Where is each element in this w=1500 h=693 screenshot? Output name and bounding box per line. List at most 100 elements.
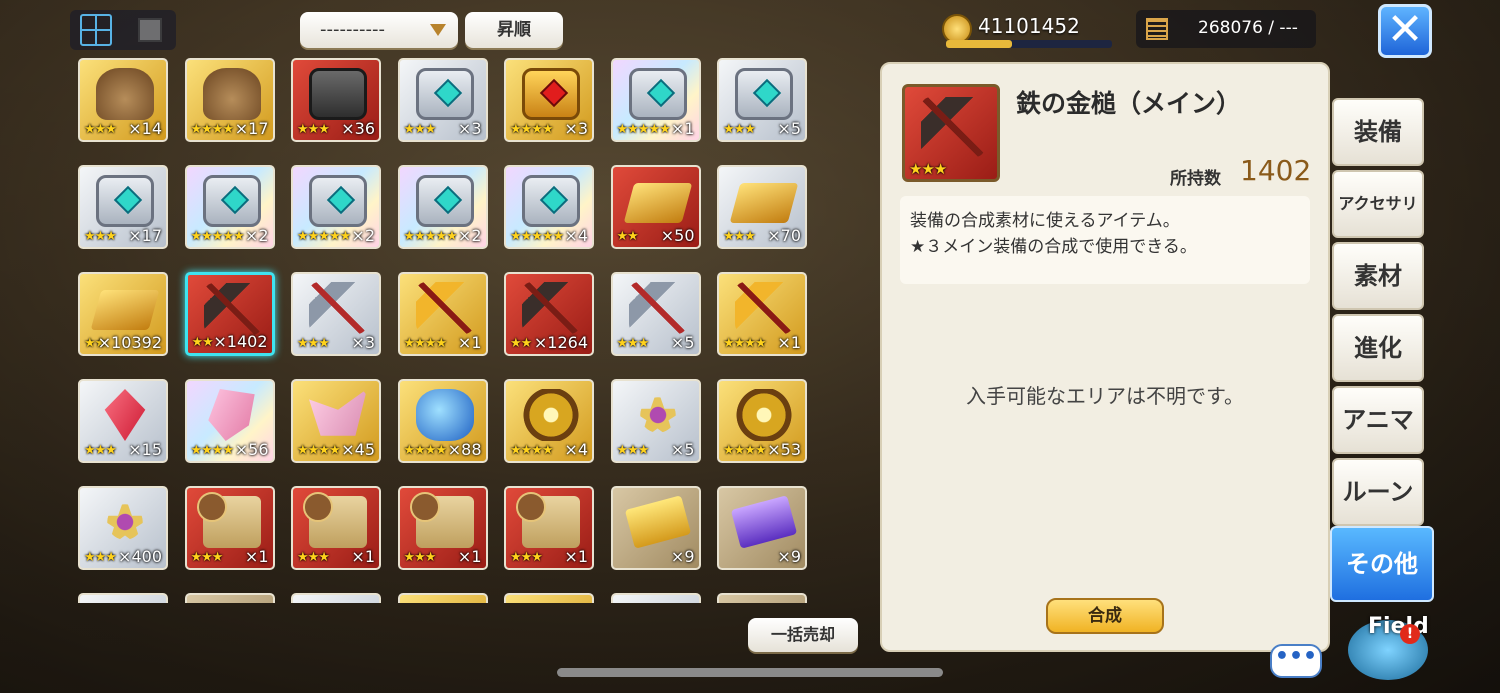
home-indicator (557, 668, 943, 677)
item-slot[interactable]: ★★★ ×5 (717, 58, 807, 142)
item-slot[interactable]: ★★★★★ ×2 (291, 165, 381, 249)
item-quantity: ×1 (457, 333, 482, 352)
item-stars: ★★★ (297, 122, 330, 137)
item-slot[interactable]: ★★★★ ×4 (504, 379, 594, 463)
item-slot[interactable]: ★★★★ ×1 (717, 272, 807, 356)
item-icon (196, 492, 261, 548)
view-toggle (70, 10, 176, 50)
item-slot[interactable]: ×9 (717, 486, 807, 570)
compose-button[interactable]: 合成 (1046, 598, 1164, 634)
field-button[interactable]: Field ! (1338, 604, 1438, 684)
item-icon (522, 282, 580, 334)
item-quantity: ×9 (670, 547, 695, 566)
item-stars: ★★ (616, 229, 639, 244)
item-slot[interactable]: ★★★ ×400 (78, 486, 168, 570)
description-line-2: ★３メイン装備の合成で使用できる。 (910, 237, 1197, 257)
item-quantity: ×3 (457, 119, 482, 138)
chevron-down-icon (430, 24, 446, 36)
item-slot[interactable]: ★★★ ×1 (184, 486, 275, 570)
item-stars: ★★★★ (723, 336, 767, 351)
item-slot[interactable] (397, 593, 488, 603)
category-tab[interactable]: 装備 (1332, 98, 1424, 166)
sort-order-button[interactable]: 昇順 (465, 12, 563, 48)
item-slot[interactable]: ★★ ×50 (610, 165, 701, 249)
item-slot[interactable]: ★★★ ×1 (504, 486, 594, 570)
item-slot[interactable]: ★★★★★ ×2 (184, 165, 275, 249)
item-slot[interactable]: ★★★ ×5 (610, 379, 701, 463)
bulk-sell-button[interactable]: 一括売却 (748, 618, 858, 652)
item-slot[interactable]: ★★★★ ×3 (504, 58, 594, 142)
item-stars: ★★★ (403, 122, 437, 137)
item-quantity: ×50 (660, 226, 695, 245)
item-slot[interactable]: ★★★ ×5 (610, 272, 701, 356)
item-slot[interactable]: ★★★ ×3 (291, 272, 381, 356)
item-slot[interactable]: ★★★ ×3 (397, 58, 488, 142)
chat-button[interactable]: ••• (1270, 644, 1322, 678)
item-slot[interactable]: ★★★ ×15 (78, 379, 168, 463)
item-slot[interactable]: ★★★★ ×53 (717, 379, 807, 463)
item-quantity: ×5 (670, 333, 695, 352)
grid-view-icon[interactable] (80, 14, 112, 46)
gold-value: 41101452 (978, 14, 1080, 38)
item-slot[interactable]: ★★★ ×14 (78, 58, 168, 142)
capacity-value: 268076 / --- (1198, 18, 1298, 38)
item-quantity: ×1 (564, 547, 588, 566)
item-stars: ★★★★★ (403, 229, 458, 244)
item-slot[interactable]: ×9 (610, 486, 701, 570)
item-icon (730, 495, 798, 549)
category-tab[interactable]: アニマ (1332, 386, 1424, 454)
item-slot[interactable] (78, 593, 168, 603)
item-slot[interactable]: ★★★★ ×17 (184, 58, 275, 142)
category-tab[interactable]: 素材 (1332, 242, 1424, 310)
item-slot[interactable]: ★★★ ×1 (291, 486, 381, 570)
item-slot[interactable] (184, 593, 275, 603)
item-stars: ★★★★★ (616, 122, 671, 137)
category-tab[interactable]: その他 (1330, 526, 1434, 602)
item-stars: ★★★★★ (510, 229, 564, 244)
item-slot[interactable]: ★★★ ×1 (397, 486, 488, 570)
item-slot[interactable]: ★★★★★ ×2 (397, 165, 488, 249)
item-icon (90, 290, 160, 330)
item-slot[interactable]: ★★ ×10392 (78, 272, 168, 356)
item-icon (729, 183, 799, 223)
sort-select[interactable]: ---------- (300, 12, 458, 48)
item-slot[interactable]: ★★★★ ×56 (184, 379, 275, 463)
item-slot[interactable]: ★★★★★ ×1 (610, 58, 701, 142)
item-quantity: ×2 (457, 226, 482, 245)
item-slot[interactable]: ★★ ×1264 (504, 272, 594, 356)
item-icon (309, 389, 367, 436)
close-button[interactable]: ✕ (1378, 4, 1432, 58)
item-slot[interactable]: ★★★ ×70 (717, 165, 807, 249)
item-icon (96, 68, 154, 120)
storage-icon (1146, 18, 1168, 40)
item-slot[interactable]: ★★★★ ×88 (397, 379, 488, 463)
item-quantity: ×1 (351, 547, 375, 566)
item-slot[interactable]: ★★★ ×36 (291, 58, 381, 142)
item-slot[interactable] (717, 593, 807, 603)
item-icon (516, 492, 580, 548)
item-icon (415, 68, 474, 120)
item-slot[interactable] (291, 593, 381, 603)
list-view-icon[interactable] (138, 18, 162, 42)
item-quantity: ×17 (234, 119, 269, 138)
item-quantity: ×3 (564, 119, 588, 138)
item-slot[interactable]: ★★★★ ×45 (291, 379, 381, 463)
sort-select-value: ---------- (320, 19, 385, 40)
item-slot[interactable] (610, 593, 701, 603)
item-slot[interactable]: ★★★★ ×1 (397, 272, 488, 356)
category-tab[interactable]: アクセサリ (1332, 170, 1424, 238)
category-tab[interactable]: 進化 (1332, 314, 1424, 382)
gold-progress-fill (946, 40, 1013, 48)
item-slot[interactable]: ★★★ ×17 (78, 165, 168, 249)
item-quantity: ×4 (564, 226, 588, 245)
item-stars: ★★★ (84, 443, 117, 458)
item-stars: ★★★★ (723, 443, 767, 458)
item-slot[interactable]: ★★★★★ ×4 (504, 165, 594, 249)
item-slot[interactable]: ★★ ×1402 (184, 272, 275, 356)
item-stars: ★★★ (297, 336, 330, 351)
category-tab[interactable]: ルーン (1332, 458, 1424, 526)
item-slot[interactable] (504, 593, 594, 603)
item-stars: ★★★★ (297, 443, 341, 458)
obtain-area-message: 入手可能なエリアは不明です。 (966, 384, 1244, 408)
item-description: 装備の合成素材に使えるアイテム。 ★３メイン装備の合成で使用できる。 (900, 196, 1310, 284)
